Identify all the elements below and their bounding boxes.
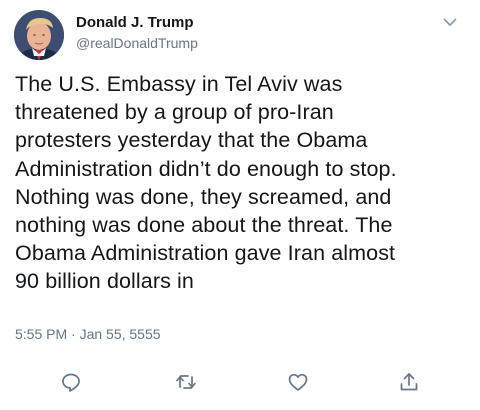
chevron-down-icon[interactable] <box>442 14 458 30</box>
author-handle[interactable]: @realDonaldTrump <box>76 35 198 51</box>
avatar-image <box>14 10 64 60</box>
retweet-icon[interactable] <box>174 370 198 394</box>
reply-icon[interactable] <box>59 370 83 394</box>
tweet-actions <box>0 370 480 400</box>
tweet-card: Donald J. Trump @realDonaldTrump The U.S… <box>0 0 480 410</box>
heart-icon[interactable] <box>286 370 310 394</box>
share-icon[interactable] <box>397 370 421 394</box>
author-name[interactable]: Donald J. Trump <box>76 14 194 31</box>
tweet-timestamp[interactable]: 5:55 PM · Jan 55, 5555 <box>15 326 161 342</box>
avatar[interactable] <box>14 10 64 60</box>
tweet-text: The U.S. Embassy in Tel Aviv was threate… <box>15 72 397 294</box>
